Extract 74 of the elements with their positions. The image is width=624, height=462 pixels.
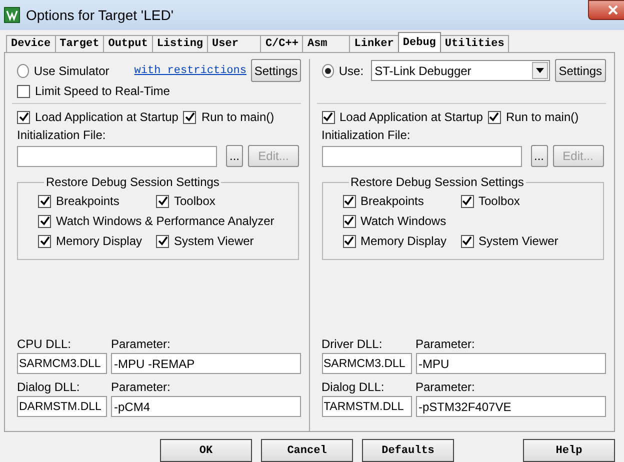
checkbox-label: Limit Speed to Real-Time	[35, 84, 170, 98]
tab[interactable]: Debug	[398, 32, 441, 52]
field-label: Parameter:	[111, 337, 172, 351]
checkbox[interactable]	[488, 110, 501, 124]
checkbox[interactable]	[342, 214, 356, 228]
input-field[interactable]	[17, 146, 217, 166]
checkbox-label: Watch Windows & Performance Analyzer	[56, 214, 274, 228]
checkbox-label: Memory Display	[360, 234, 447, 248]
app-icon	[4, 7, 20, 23]
radio-label: Use:	[338, 64, 364, 78]
input-field[interactable]: DARMSTM.DLL	[17, 396, 107, 417]
field-label: Driver DLL:	[322, 337, 384, 351]
field-label: Initialization File:	[322, 128, 412, 142]
checkbox-label: Memory Display	[56, 234, 142, 248]
checkbox-label: System Viewer	[174, 234, 254, 248]
input-field[interactable]: -pSTM32F407VE	[416, 396, 606, 417]
settings-button[interactable]: Settings	[554, 59, 606, 82]
restrictions-link[interactable]: with restrictions	[134, 64, 246, 76]
browse-button[interactable]: ...	[530, 145, 548, 167]
radio-label: Use Simulator	[34, 64, 110, 78]
checkbox-label: Breakpoints	[360, 194, 424, 208]
field-label: Parameter:	[416, 380, 476, 394]
field-label: Parameter:	[416, 337, 476, 351]
checkbox[interactable]	[17, 84, 30, 98]
checkbox-label: Run to main()	[506, 110, 579, 124]
group-title: Restore Debug Session Settings	[45, 175, 220, 189]
group-title: Restore Debug Session Settings	[350, 175, 525, 189]
input-field[interactable]: TARMSTM.DLL	[322, 396, 412, 417]
settings-button[interactable]: Settings	[251, 59, 300, 82]
checkbox[interactable]	[17, 110, 30, 124]
field-label: Initialization File:	[17, 128, 107, 142]
dropdown-arrow-icon	[536, 68, 544, 73]
checkbox-label: Load Application at Startup	[35, 110, 178, 124]
dialog-button[interactable]: Defaults	[362, 439, 454, 462]
checkbox[interactable]	[38, 214, 51, 228]
field-label: Parameter:	[111, 380, 172, 394]
checkbox[interactable]	[183, 110, 196, 124]
debugger-dropdown[interactable]: ST-Link Debugger	[370, 60, 550, 81]
checkbox[interactable]	[460, 194, 474, 208]
checkbox-label: Run to main()	[201, 110, 274, 124]
dialog-button[interactable]: OK	[160, 439, 252, 462]
input-field[interactable]: -MPU	[416, 353, 606, 374]
radio-button[interactable]	[322, 64, 334, 78]
checkbox[interactable]	[156, 234, 169, 248]
checkbox[interactable]	[460, 234, 474, 248]
close-button[interactable]	[588, 0, 624, 20]
checkbox[interactable]	[38, 234, 51, 248]
input-field[interactable]: SARMCM3.DLL	[17, 353, 107, 374]
field-label: Dialog DLL:	[17, 380, 81, 394]
input-field[interactable]: -pCM4	[111, 396, 301, 417]
checkbox-label: Watch Windows	[360, 214, 446, 228]
dialog-button[interactable]: Cancel	[261, 439, 353, 462]
input-field[interactable]: -MPU -REMAP	[111, 353, 301, 374]
tab[interactable]: Device	[6, 35, 56, 52]
checkbox-label: Toolbox	[174, 194, 216, 208]
checkbox-label: Toolbox	[478, 194, 520, 208]
radio-button[interactable]	[17, 64, 29, 78]
input-field[interactable]	[322, 146, 522, 166]
checkbox-label: System Viewer	[478, 234, 558, 248]
browse-button[interactable]: ...	[226, 145, 243, 167]
field-label: CPU DLL:	[17, 337, 72, 351]
field-label: Dialog DLL:	[322, 380, 386, 394]
checkbox-label: Load Application at Startup	[340, 110, 483, 124]
checkbox[interactable]	[38, 194, 51, 208]
window-title: Options for Target 'LED'	[26, 7, 174, 23]
checkbox-label: Breakpoints	[56, 194, 120, 208]
checkbox[interactable]	[156, 194, 169, 208]
checkbox[interactable]	[342, 234, 356, 248]
checkbox[interactable]	[342, 194, 356, 208]
dialog-button[interactable]: Help	[523, 439, 615, 462]
checkbox[interactable]	[322, 110, 334, 124]
close-icon	[608, 5, 618, 15]
input-field[interactable]: SARMCM3.DLL	[322, 353, 412, 374]
tab[interactable]: Utilities	[440, 35, 510, 52]
